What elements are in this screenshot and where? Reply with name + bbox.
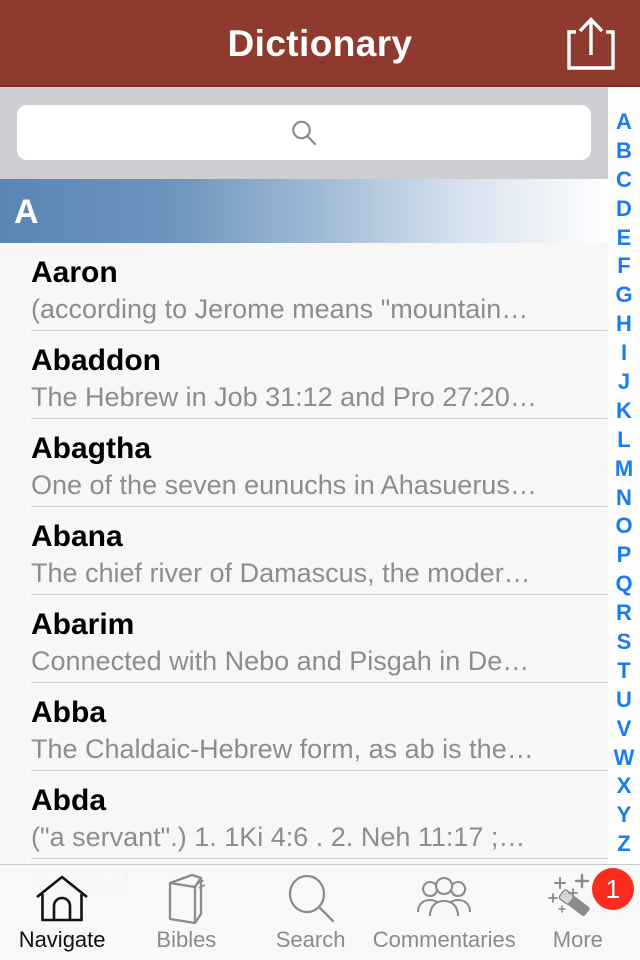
index-letter-v[interactable]: V: [608, 715, 640, 744]
entry-title: Abba: [31, 696, 106, 729]
index-letter-t[interactable]: T: [608, 657, 640, 686]
index-letter-z[interactable]: Z: [608, 830, 640, 859]
entry-title: Abda: [31, 784, 106, 817]
search-bar-container: [0, 87, 608, 179]
index-letter-u[interactable]: U: [608, 686, 640, 715]
index-letter-b[interactable]: B: [608, 137, 640, 166]
dictionary-entry-list[interactable]: Aaron (according to Jerome means "mounta…: [0, 243, 608, 960]
share-button[interactable]: [560, 12, 622, 76]
entry-description: Connected with Nebo and Pisgah in De…: [31, 646, 530, 676]
tab-label-search: Search: [275, 927, 346, 952]
index-letter-s[interactable]: S: [608, 628, 640, 657]
page-title: Dictionary: [227, 23, 413, 64]
index-letter-r[interactable]: R: [608, 599, 640, 628]
tab-bibles[interactable]: Bibles: [124, 865, 248, 960]
index-letter-i[interactable]: I: [608, 339, 640, 368]
dictionary-screen: Dictionary A Aaron (according to Jerome …: [0, 0, 640, 960]
list-item[interactable]: Abarim Connected with Nebo and Pisgah in…: [0, 595, 608, 683]
share-icon: [567, 17, 615, 70]
index-letter-m[interactable]: M: [608, 455, 640, 484]
list-item[interactable]: Aaron (according to Jerome means "mounta…: [0, 243, 608, 331]
index-letter-g[interactable]: G: [608, 281, 640, 310]
index-letter-n[interactable]: N: [608, 484, 640, 513]
entry-description: The chief river of Damascus, the moder…: [31, 558, 531, 588]
tab-navigate[interactable]: Navigate: [0, 865, 124, 960]
people-group-icon: [413, 872, 475, 926]
index-letter-a[interactable]: A: [608, 108, 640, 137]
index-letter-e[interactable]: E: [608, 224, 640, 253]
entry-title: Abagtha: [31, 432, 151, 465]
tab-label-bibles: Bibles: [156, 927, 217, 952]
index-letter-l[interactable]: L: [608, 426, 640, 455]
entry-description: One of the seven eunuchs in Ahasuerus…: [31, 470, 537, 500]
home-icon: [33, 872, 91, 926]
tab-more[interactable]: 1 More: [516, 865, 640, 960]
entry-description: ("a servant".) 1. 1Ki 4:6 . 2. Neh 11:17…: [31, 822, 526, 852]
index-letter-o[interactable]: O: [608, 512, 640, 541]
magnifier-icon: [284, 872, 338, 926]
book-icon: [161, 872, 211, 926]
entry-title: Aaron: [31, 256, 118, 289]
list-item[interactable]: Abana The chief river of Damascus, the m…: [0, 507, 608, 595]
index-letter-p[interactable]: P: [608, 541, 640, 570]
index-letter-h[interactable]: H: [608, 310, 640, 339]
tab-bar: Navigate Bibles Search Commentaries 1 Mo…: [0, 864, 640, 960]
entry-title: Abarim: [31, 608, 135, 641]
entry-title: Abana: [31, 520, 123, 553]
index-letter-y[interactable]: Y: [608, 801, 640, 830]
list-item[interactable]: Abaddon The Hebrew in Job 31:12 and Pro …: [0, 331, 608, 419]
index-letter-j[interactable]: J: [608, 368, 640, 397]
index-letter-f[interactable]: F: [608, 252, 640, 281]
section-header: A: [0, 179, 608, 243]
tab-label-commentaries: Commentaries: [372, 927, 516, 952]
tab-label-more: More: [552, 927, 603, 952]
list-item[interactable]: Abba The Chaldaic-Hebrew form, as ab is …: [0, 683, 608, 771]
index-letter-c[interactable]: C: [608, 166, 640, 195]
index-letter-k[interactable]: K: [608, 397, 640, 426]
list-item[interactable]: Abagtha One of the seven eunuchs in Ahas…: [0, 419, 608, 507]
entry-description: The Chaldaic-Hebrew form, as ab is the…: [31, 734, 534, 764]
index-letter-d[interactable]: D: [608, 195, 640, 224]
alphabet-index[interactable]: A B C D E F G H I J K L M N O P Q R S T …: [608, 87, 640, 869]
index-letter-q[interactable]: Q: [608, 570, 640, 599]
list-item[interactable]: Abda ("a servant".) 1. 1Ki 4:6 . 2. Neh …: [0, 771, 608, 859]
tab-search[interactable]: Search: [248, 865, 372, 960]
tab-commentaries[interactable]: Commentaries: [373, 865, 516, 960]
navigation-bar: Dictionary: [0, 0, 640, 87]
index-letter-x[interactable]: X: [608, 772, 640, 801]
tab-label-navigate: Navigate: [18, 927, 106, 952]
entry-description: The Hebrew in Job 31:12 and Pro 27:20…: [31, 382, 537, 412]
section-header-label: A: [14, 193, 39, 231]
more-badge: 1: [591, 868, 634, 910]
index-letter-w[interactable]: W: [608, 744, 640, 773]
entry-title: Abaddon: [31, 344, 161, 377]
entry-description: (according to Jerome means "mountain…: [31, 294, 529, 324]
search-input[interactable]: [17, 105, 591, 160]
search-icon: [289, 118, 319, 148]
